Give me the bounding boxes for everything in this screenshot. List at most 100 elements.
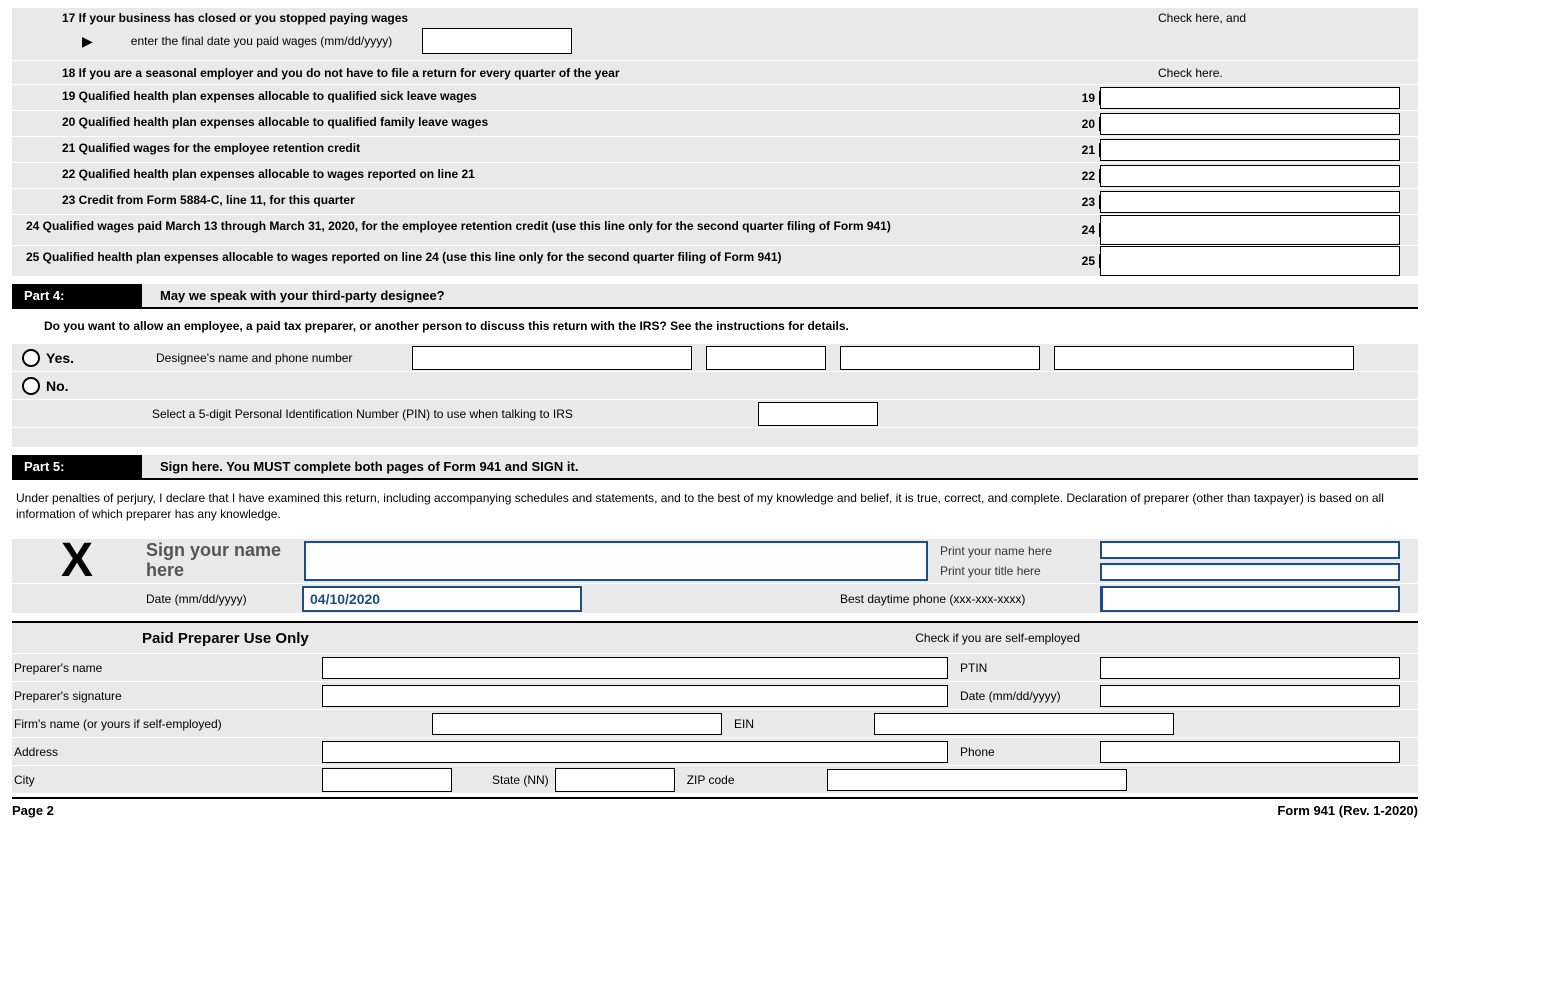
line-23: 23 Credit from Form 5884-C, line 11, for… — [12, 188, 1418, 214]
line-17-subtext: enter the final date you paid wages (mm/… — [131, 34, 392, 48]
line-17-sub: ▶ enter the final date you paid wages (m… — [12, 28, 1418, 60]
preparer-date-label: Date (mm/dd/yyyy) — [960, 689, 1100, 703]
line-24-text: 24 Qualified wages paid March 13 through… — [12, 215, 1072, 245]
designee-name-input[interactable] — [412, 346, 692, 370]
address-row: Address Phone — [12, 737, 1418, 765]
ein-input[interactable] — [874, 713, 1174, 735]
yes-label: Yes. — [46, 350, 74, 366]
preparer-signature-input[interactable] — [322, 685, 948, 707]
form-revision: Form 941 (Rev. 1-2020) — [1277, 803, 1418, 818]
line-20-num: 20 — [1072, 117, 1100, 131]
designee-phone-2[interactable] — [840, 346, 1040, 370]
line-24: 24 Qualified wages paid March 13 through… — [12, 214, 1418, 245]
part4-spacer — [12, 427, 1418, 447]
pin-label: Select a 5-digit Personal Identification… — [152, 407, 758, 421]
sign-date-input[interactable]: 04/10/2020 — [302, 586, 582, 612]
line-17: 17 If your business has closed or you st… — [12, 8, 1418, 28]
preparer-signature-label: Preparer's signature — [12, 689, 322, 703]
ptin-label: PTIN — [960, 661, 1100, 675]
line-25-input[interactable] — [1100, 246, 1400, 276]
preparer-phone-input[interactable] — [1100, 741, 1400, 763]
line-21: 21 Qualified wages for the employee rete… — [12, 136, 1418, 162]
line-23-text: 23 Credit from Form 5884-C, line 11, for… — [12, 189, 1072, 214]
address-input[interactable] — [322, 741, 948, 763]
print-title-input[interactable] — [1100, 563, 1400, 581]
daytime-phone-input[interactable] — [1100, 586, 1400, 612]
firm-name-input[interactable] — [432, 713, 722, 735]
city-input[interactable] — [322, 768, 452, 792]
line-22: 22 Qualified health plan expenses alloca… — [12, 162, 1418, 188]
part-5-label: Part 5: — [12, 455, 142, 478]
line-24-num: 24 — [1072, 223, 1100, 237]
ptin-input[interactable] — [1100, 657, 1400, 679]
part-4-header: Part 4: May we speak with your third-par… — [12, 284, 1418, 309]
line-20-input[interactable] — [1100, 113, 1400, 135]
paid-preparer-header: Paid Preparer Use Only Check if you are … — [12, 621, 1418, 653]
signature-input[interactable] — [304, 541, 928, 581]
line-17-text: 17 If your business has closed or you st… — [12, 8, 1158, 28]
state-label: State (NN) — [452, 773, 555, 787]
city-row: City State (NN) ZIP code — [12, 765, 1418, 793]
designee-phone-1[interactable] — [706, 346, 826, 370]
line-21-text: 21 Qualified wages for the employee rete… — [12, 137, 1072, 162]
part-5-header: Part 5: Sign here. You MUST complete bot… — [12, 455, 1418, 480]
line-20: 20 Qualified health plan expenses alloca… — [12, 110, 1418, 136]
part-4-title: May we speak with your third-party desig… — [142, 284, 1418, 307]
line-21-input[interactable] — [1100, 139, 1400, 161]
line-20-text: 20 Qualified health plan expenses alloca… — [12, 111, 1072, 136]
print-title-label: Print your title here — [940, 564, 1100, 578]
line-22-num: 22 — [1072, 169, 1100, 183]
zip-label: ZIP code — [687, 773, 827, 787]
firm-name-label: Firm's name (or yours if self-employed) — [12, 717, 432, 731]
firm-name-row: Firm's name (or yours if self-employed) … — [12, 709, 1418, 737]
no-radio[interactable] — [22, 377, 40, 395]
zip-input[interactable] — [827, 769, 1127, 791]
print-name-input[interactable] — [1100, 541, 1400, 559]
no-label: No. — [46, 378, 69, 394]
line-18: 18 If you are a seasonal employer and yo… — [12, 60, 1418, 84]
pin-row: Select a 5-digit Personal Identification… — [12, 399, 1418, 427]
preparer-name-row: Preparer's name PTIN — [12, 653, 1418, 681]
state-input[interactable] — [555, 768, 675, 792]
line-19: 19 Qualified health plan expenses alloca… — [12, 84, 1418, 110]
part-4-question: Do you want to allow an employee, a paid… — [12, 309, 1418, 343]
daytime-phone-label: Best daytime phone (xxx-xxx-xxxx) — [840, 592, 1100, 606]
sign-date-row: Date (mm/dd/yyyy) 04/10/2020 Best daytim… — [12, 583, 1418, 613]
pin-input[interactable] — [758, 402, 878, 426]
arrow-icon: ▶ — [82, 33, 93, 50]
signature-x-icon: X — [12, 539, 142, 583]
line-25: 25 Qualified health plan expenses alloca… — [12, 245, 1418, 276]
line-19-input[interactable] — [1100, 87, 1400, 109]
line-23-num: 23 — [1072, 195, 1100, 209]
line-22-input[interactable] — [1100, 165, 1400, 187]
line-19-num: 19 — [1072, 91, 1100, 105]
paid-preparer-title: Paid Preparer Use Only — [12, 630, 915, 647]
sign-your-name-label: Sign your name here — [142, 539, 302, 583]
preparer-signature-row: Preparer's signature Date (mm/dd/yyyy) — [12, 681, 1418, 709]
line-24-input[interactable] — [1100, 215, 1400, 245]
preparer-name-input[interactable] — [322, 657, 948, 679]
city-label: City — [12, 773, 322, 787]
line-25-text: 25 Qualified health plan expenses alloca… — [12, 246, 1072, 276]
line-21-num: 21 — [1072, 143, 1100, 157]
line-19-text: 19 Qualified health plan expenses alloca… — [12, 85, 1072, 110]
preparer-date-input[interactable] — [1100, 685, 1400, 707]
line-25-num: 25 — [1072, 254, 1100, 268]
page-number: Page 2 — [12, 803, 54, 818]
line-18-text: 18 If you are a seasonal employer and yo… — [12, 66, 1158, 80]
line-17-check-label: Check here, and — [1158, 11, 1418, 25]
signature-area: X Sign your name here Print your name he… — [12, 538, 1418, 583]
page-footer: Page 2 Form 941 (Rev. 1-2020) — [12, 797, 1418, 818]
line-23-input[interactable] — [1100, 191, 1400, 213]
ein-label: EIN — [734, 717, 874, 731]
part-5-title: Sign here. You MUST complete both pages … — [142, 455, 1418, 478]
designee-no-row: No. — [12, 371, 1418, 399]
designee-yes-row: Yes. Designee's name and phone number — [12, 343, 1418, 371]
line-17-date-input[interactable] — [422, 28, 572, 54]
yes-radio[interactable] — [22, 349, 40, 367]
designee-phone-3[interactable] — [1054, 346, 1354, 370]
part-4-label: Part 4: — [12, 284, 142, 307]
designee-name-label: Designee's name and phone number — [152, 351, 412, 365]
perjury-declaration: Under penalties of perjury, I declare th… — [12, 480, 1418, 532]
line-18-check-label: Check here. — [1158, 66, 1418, 80]
